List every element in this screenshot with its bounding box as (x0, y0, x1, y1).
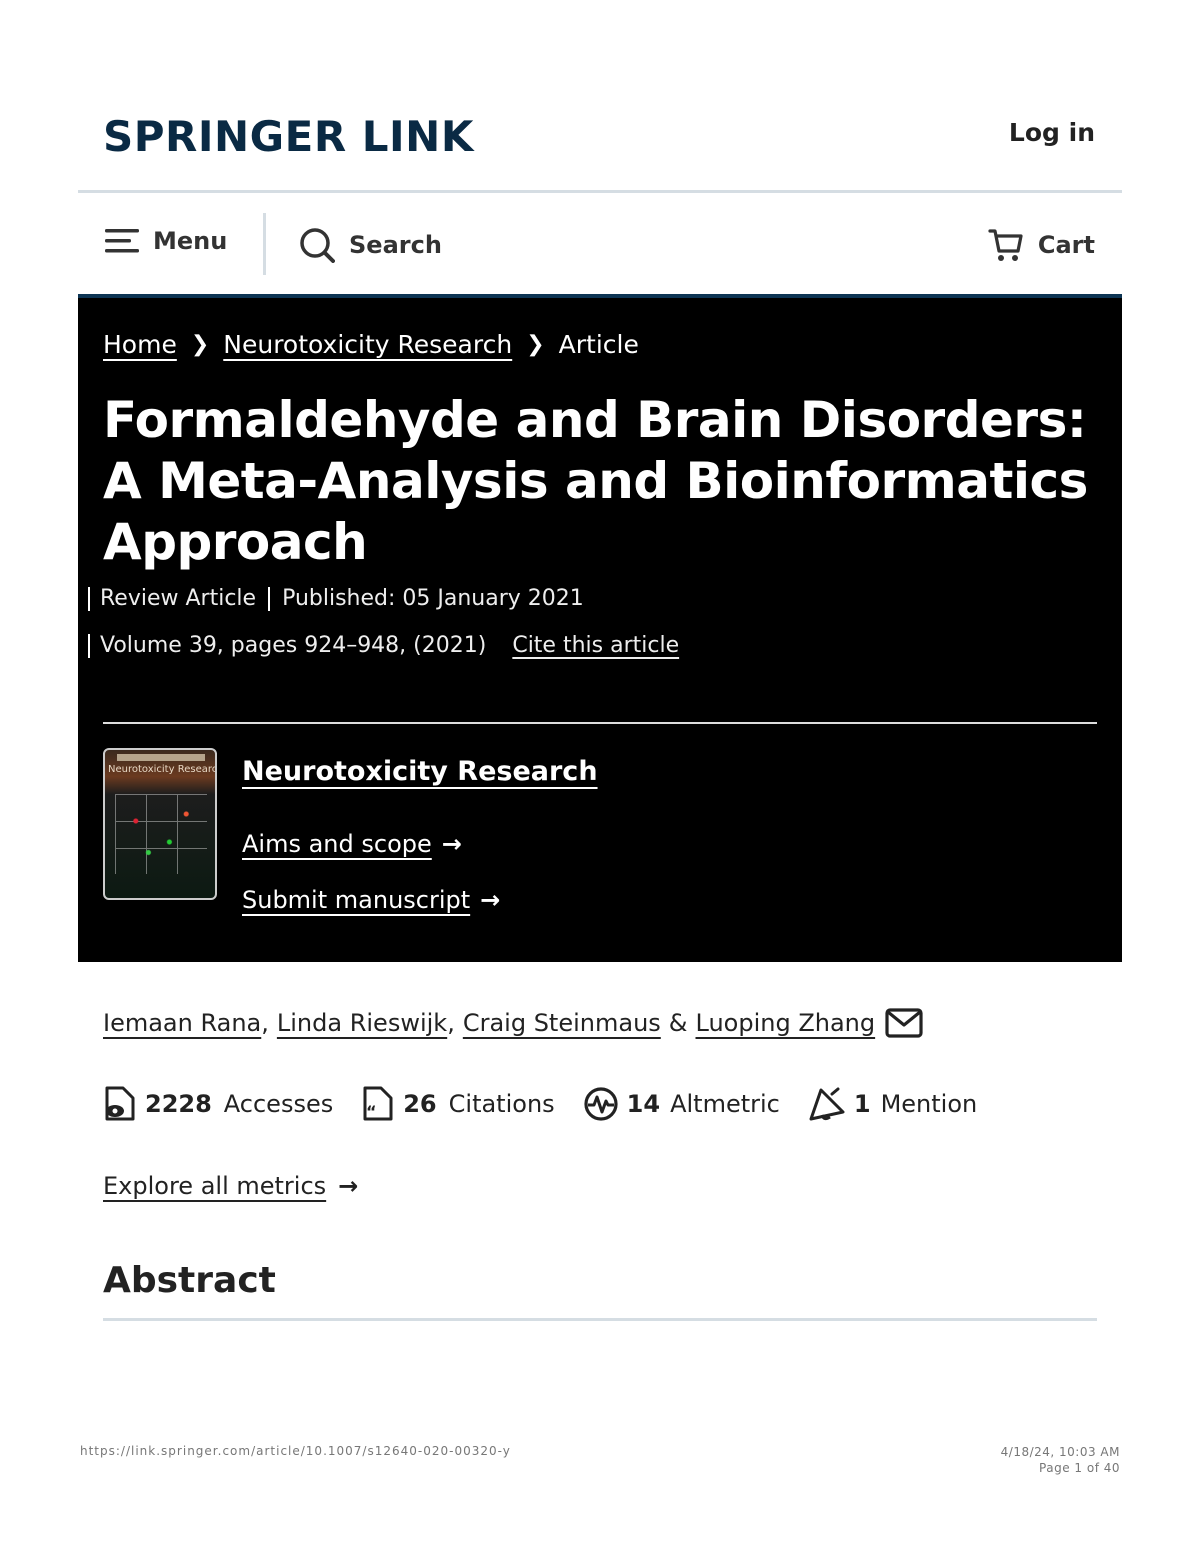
arrow-right-icon: → (480, 886, 501, 914)
cover-band (117, 754, 205, 761)
accesses-count: 2228 (145, 1090, 212, 1118)
mention-label: Mention (880, 1090, 978, 1118)
altmetric-metric: 14 Altmetric (583, 1086, 780, 1122)
author-separator: , (447, 1009, 455, 1037)
volume-pages: Volume 39, pages 924–948, (2021) (100, 633, 487, 658)
mention-metric: 1 Mention (808, 1086, 977, 1122)
cover-title: Neurotoxicity Research (108, 764, 217, 775)
chevron-right-icon: ❯ (190, 332, 210, 357)
nav-separator (263, 213, 266, 275)
document-eye-icon (105, 1086, 135, 1121)
published-date: Published: 05 January 2021 (282, 586, 584, 611)
hero-divider (103, 722, 1097, 724)
hamburger-icon (105, 229, 139, 253)
accesses-metric: 2228 Accesses (103, 1086, 333, 1122)
search-icon (300, 228, 335, 263)
site-header: SPRINGER LINK Log in (78, 108, 1122, 168)
article-meta-line-1: Review Article Published: 05 January 202… (88, 586, 584, 611)
menu-label: Menu (153, 227, 228, 255)
breadcrumb-home[interactable]: Home (103, 330, 177, 359)
explore-label: Explore all metrics (103, 1172, 327, 1200)
breadcrumb-journal[interactable]: Neurotoxicity Research (223, 330, 512, 359)
meta-divider (88, 586, 90, 611)
article-meta-line-2: Volume 39, pages 924–948, (2021) Cite th… (88, 633, 679, 658)
article-type: Review Article (100, 586, 257, 611)
author-separator: , (261, 1009, 269, 1037)
cite-this-article-link[interactable]: Cite this article (512, 633, 679, 658)
cart-label: Cart (1037, 231, 1095, 259)
menu-button[interactable]: Menu (105, 227, 227, 255)
cart-icon (988, 229, 1023, 261)
print-footer-meta: 4/18/24, 10:03 AM Page 1 of 40 (1001, 1444, 1120, 1476)
abstract-heading: Abstract (103, 1260, 276, 1301)
document-quote-icon: “ (363, 1086, 393, 1121)
abstract-divider (103, 1318, 1097, 1321)
journal-name-link[interactable]: Neurotoxicity Research (242, 756, 598, 787)
author-ampersand: & (668, 1009, 688, 1037)
arrow-right-icon: → (441, 830, 462, 858)
submit-manuscript-link[interactable]: Submit manuscript → (242, 886, 500, 914)
author-list: Iemaan Rana, Linda Rieswijk, Craig Stein… (103, 1008, 923, 1038)
login-link[interactable]: Log in (1009, 118, 1095, 147)
chevron-right-icon: ❯ (526, 332, 545, 357)
article-hero: Home ❯ Neurotoxicity Research ❯ Article … (78, 294, 1122, 962)
altmetric-label: Altmetric (670, 1090, 780, 1118)
svg-text:“: “ (366, 1102, 377, 1121)
search-button[interactable]: Search (299, 227, 442, 263)
author-link[interactable]: Iemaan Rana (103, 1009, 261, 1037)
print-datetime: 4/18/24, 10:03 AM (1000, 1445, 1120, 1459)
author-link[interactable]: Craig Steinmaus (463, 1009, 661, 1037)
aims-and-scope-link[interactable]: Aims and scope → (242, 830, 462, 858)
email-icon[interactable] (885, 1008, 923, 1038)
citations-label: Citations (448, 1090, 555, 1118)
accesses-label: Accesses (223, 1090, 334, 1118)
breadcrumb: Home ❯ Neurotoxicity Research ❯ Article (103, 330, 639, 359)
cart-button[interactable]: Cart (988, 227, 1095, 263)
search-label: Search (349, 231, 442, 259)
breadcrumb-current: Article (558, 330, 639, 359)
author-link[interactable]: Luoping Zhang (696, 1009, 876, 1037)
print-footer-url: https://link.springer.com/article/10.100… (80, 1444, 511, 1458)
arrow-right-icon: → (338, 1172, 359, 1200)
cover-art (119, 800, 203, 870)
nav-bar: Menu Search Cart (78, 193, 1122, 294)
citations-metric: “ 26 Citations (361, 1086, 555, 1122)
altmetric-icon (584, 1087, 618, 1121)
aims-label: Aims and scope (242, 830, 432, 858)
article-metrics: 2228 Accesses “ 26 Citations 14 Altmetri… (103, 1086, 1005, 1122)
mention-count: 1 (853, 1090, 871, 1118)
explore-metrics-link[interactable]: Explore all metrics → (103, 1172, 358, 1200)
megaphone-icon (809, 1087, 845, 1121)
altmetric-count: 14 (626, 1090, 661, 1118)
springer-link-logo[interactable]: SPRINGER LINK (103, 112, 474, 161)
submit-label: Submit manuscript (242, 886, 471, 914)
print-page-number: Page 1 of 40 (1039, 1461, 1120, 1475)
author-link[interactable]: Linda Rieswijk (277, 1009, 447, 1037)
meta-divider (268, 586, 271, 611)
meta-divider (88, 633, 90, 658)
citations-count: 26 (403, 1090, 437, 1118)
journal-cover-image[interactable]: Neurotoxicity Research (103, 748, 217, 900)
article-title: Formaldehyde and Brain Disorders: A Meta… (103, 391, 1088, 571)
